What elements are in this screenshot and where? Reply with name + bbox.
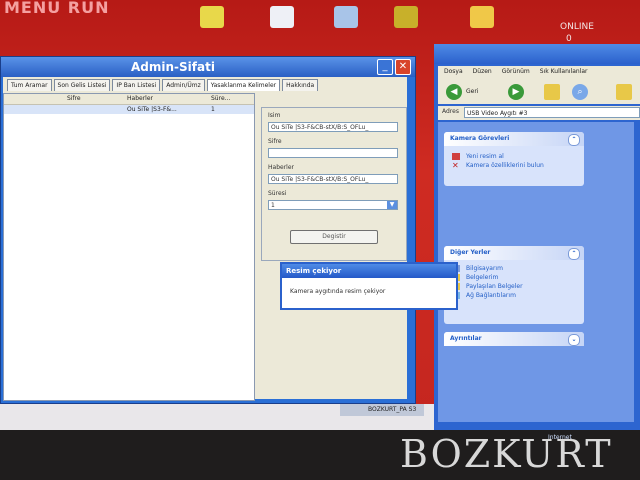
other-places-panel: Diğer Yerler ⌃ Bilgisayarım Belgelerim P… xyxy=(444,246,584,324)
network-label: Ağ Bağlantılarım xyxy=(466,292,516,299)
admin-titlebar[interactable]: Admin-Sifati _ ✕ xyxy=(1,57,415,77)
tab-all-users[interactable]: Tum Aramar xyxy=(7,79,52,91)
camera-properties-link[interactable]: ✕ Kamera özelliklerini bulun xyxy=(444,161,584,170)
delete-icon: ✕ xyxy=(452,161,459,170)
camera-icon xyxy=(452,153,460,160)
duration-label: Süresi xyxy=(268,190,287,197)
name-label: Isim xyxy=(268,112,281,119)
panel-title[interactable]: Kamera Görevleri ⌃ xyxy=(444,132,584,146)
dialog-message: Kamera aygıtında resim çekiyor xyxy=(290,288,386,295)
taskbar-item[interactable]: BOZKURT_PA S3 xyxy=(340,404,424,416)
menu-file[interactable]: Dosya xyxy=(444,66,463,78)
table-cell xyxy=(4,105,64,114)
camera-tasks-panel: Kamera Görevleri ⌃ Yeni resim al ✕ Kamer… xyxy=(444,132,584,186)
panel-title[interactable]: Diğer Yerler ⌃ xyxy=(444,246,584,260)
menu-bar: Dosya Düzen Görünüm Sık Kullanılanlar xyxy=(438,66,640,78)
tab-about[interactable]: Hakkında xyxy=(282,79,319,91)
tab-ip-ban[interactable]: IP Ban Listesi xyxy=(112,79,161,91)
dialog-title[interactable]: Resim çekiyor xyxy=(282,264,456,278)
network-link[interactable]: Ağ Bağlantılarım xyxy=(444,291,584,300)
progress-dialog: Resim çekiyor Kamera aygıtında resim çek… xyxy=(280,262,458,310)
admin-body: Tum Aramar Son Gelis Listesi IP Ban List… xyxy=(3,77,407,401)
duration-value: 1 xyxy=(271,202,275,209)
collapse-icon[interactable]: ⌃ xyxy=(568,248,580,260)
shared-documents-label: Paylaşılan Belgeler xyxy=(466,283,523,290)
back-label[interactable]: Geri xyxy=(466,88,478,95)
password-label: Sifre xyxy=(268,138,282,145)
minimize-button[interactable]: _ xyxy=(377,59,393,75)
toolbar: ◀ Geri ▶ ⌕ xyxy=(438,78,640,104)
table-row[interactable]: Ou SiTe |S3-F&... 1 xyxy=(4,105,254,114)
table-cell xyxy=(64,105,124,114)
duration-select[interactable]: 1 ▼ xyxy=(268,200,398,210)
status-zone: Internet xyxy=(548,434,572,441)
my-computer-label: Bilgisayarım xyxy=(466,265,503,272)
message-field[interactable]: Ou SiTe |S3-F&CB-stX/B:S_OFLu_ xyxy=(268,174,398,184)
my-documents-label: Belgelerim xyxy=(466,274,499,281)
folder-up-icon[interactable] xyxy=(544,84,560,100)
take-picture-label: Yeni resim al xyxy=(466,153,504,160)
edit-form: Isim Ou SiTe |S3-F&CB-stX/B:S_OFLu_ Sifr… xyxy=(261,107,407,261)
folders-icon[interactable] xyxy=(616,84,632,100)
online-label: ONLINE xyxy=(560,22,594,32)
star-icon[interactable] xyxy=(394,6,418,28)
column-header[interactable] xyxy=(4,94,64,104)
tab-recent-visits[interactable]: Son Gelis Listesi xyxy=(53,79,111,91)
chat-icon[interactable] xyxy=(334,6,358,28)
name-field[interactable]: Ou SiTe |S3-F&CB-stX/B:S_OFLu_ xyxy=(268,122,398,132)
expand-icon[interactable]: ⌄ xyxy=(568,334,580,346)
column-header[interactable]: Haberler xyxy=(124,94,208,104)
camera-properties-label: Kamera özelliklerini bulun xyxy=(466,162,544,169)
search-icon[interactable]: ⌕ xyxy=(572,84,588,100)
table-cell: 1 xyxy=(211,106,215,113)
explorer-body: Kamera Görevleri ⌃ Yeni resim al ✕ Kamer… xyxy=(438,122,634,422)
change-button[interactable]: Degistir xyxy=(290,230,378,244)
details-title: Ayrıntılar xyxy=(450,335,482,342)
column-header[interactable]: Süre... xyxy=(208,94,254,104)
list-header: Sifre Haberler Süre... xyxy=(4,94,254,105)
tab-strip: Tum Aramar Son Gelis Listesi IP Ban List… xyxy=(7,79,319,91)
my-computer-link[interactable]: Bilgisayarım xyxy=(444,264,584,273)
chevron-down-icon[interactable]: ▼ xyxy=(387,201,397,209)
menu-favorites[interactable]: Sık Kullanılanlar xyxy=(540,66,588,78)
tab-banned-words[interactable]: Yasaklanma Kelimeler xyxy=(206,79,281,91)
gift-icon[interactable] xyxy=(470,6,494,28)
tab-admin[interactable]: Admin/Ümz xyxy=(162,79,205,91)
monitor-brand: BOZKURT xyxy=(400,432,613,476)
other-places-title: Diğer Yerler xyxy=(450,249,491,256)
folder-icon[interactable] xyxy=(200,6,224,28)
address-bar: Adres USB Video Aygıtı #3 xyxy=(438,106,640,120)
admin-title: Admin-Sifati xyxy=(131,60,215,74)
menu-view[interactable]: Görünüm xyxy=(502,66,530,78)
admin-window: Admin-Sifati _ ✕ Tum Aramar Son Gelis Li… xyxy=(0,56,416,404)
shared-documents-link[interactable]: Paylaşılan Belgeler xyxy=(444,282,584,291)
column-header[interactable]: Sifre xyxy=(64,94,124,104)
message-label: Haberler xyxy=(268,164,294,171)
back-arrow-icon[interactable]: ◀ xyxy=(446,84,462,100)
explorer-titlebar[interactable] xyxy=(434,44,640,64)
take-picture-link[interactable]: Yeni resim al xyxy=(444,152,584,161)
explorer-window: Dosya Düzen Görünüm Sık Kullanılanlar ◀ … xyxy=(434,44,640,430)
online-count: 0 xyxy=(566,34,572,44)
address-label: Adres xyxy=(442,108,459,115)
forward-arrow-icon[interactable]: ▶ xyxy=(508,84,524,100)
site-logo: MENU RUN xyxy=(4,0,110,17)
collapse-icon[interactable]: ⌃ xyxy=(568,134,580,146)
table-cell: Ou SiTe |S3-F&... xyxy=(127,106,177,113)
details-panel: Ayrıntılar ⌄ xyxy=(444,332,584,346)
password-field[interactable] xyxy=(268,148,398,158)
close-button[interactable]: ✕ xyxy=(395,59,411,75)
address-input[interactable]: USB Video Aygıtı #3 xyxy=(464,107,640,118)
my-documents-link[interactable]: Belgelerim xyxy=(444,273,584,282)
camera-tasks-title: Kamera Görevleri xyxy=(450,135,510,142)
panel-title[interactable]: Ayrıntılar ⌄ xyxy=(444,332,584,346)
user-list[interactable]: Sifre Haberler Süre... Ou SiTe |S3-F&...… xyxy=(3,93,255,401)
add-user-icon[interactable] xyxy=(270,6,294,28)
menu-edit[interactable]: Düzen xyxy=(473,66,492,78)
